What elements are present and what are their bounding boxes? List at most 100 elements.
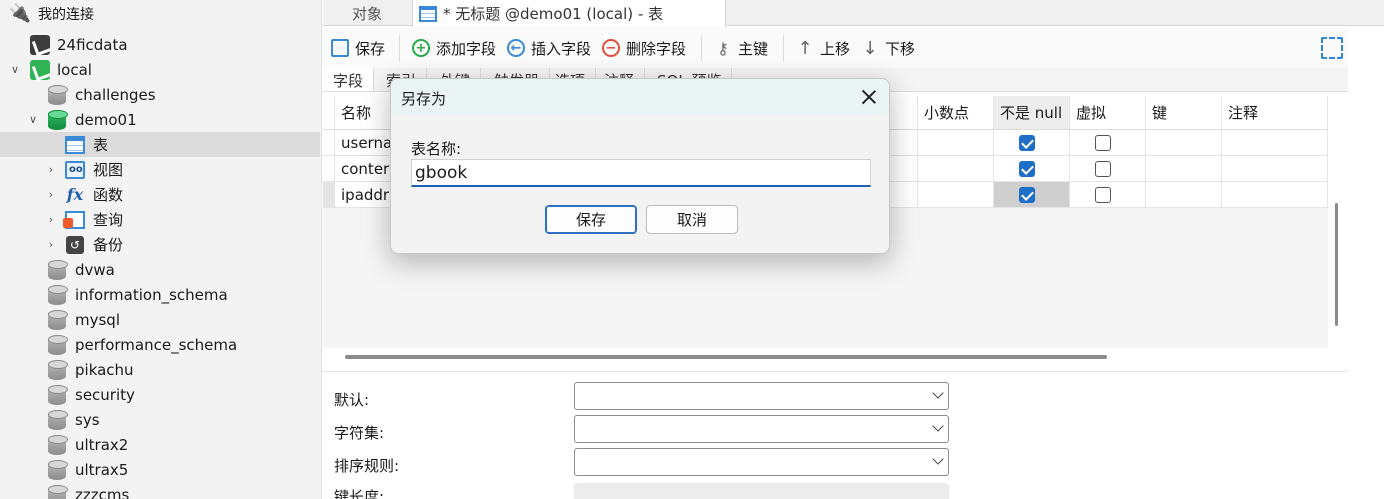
comment-cell[interactable]: [1222, 130, 1328, 156]
sidebar-item-label: zzzcms: [75, 485, 130, 499]
row-selector[interactable]: [323, 130, 335, 156]
move-down-label: 下移: [885, 39, 916, 58]
insert-field-button[interactable]: ← 插入字段: [507, 37, 591, 59]
not-null-checkbox[interactable]: [1019, 186, 1035, 203]
not-null-cell[interactable]: [994, 130, 1070, 156]
collation-select[interactable]: [574, 448, 949, 476]
sidebar-item-functions[interactable]: › fx 函数: [0, 182, 320, 207]
column-header-decimals[interactable]: 小数点: [918, 96, 994, 130]
charset-select[interactable]: [574, 415, 949, 443]
sidebar-item-performance-schema[interactable]: performance_schema: [0, 332, 320, 357]
collation-label: 排序规则:: [334, 457, 400, 475]
sidebar-item-demo01[interactable]: ∨ demo01: [0, 107, 320, 132]
sidebar-item-pikachu[interactable]: pikachu: [0, 357, 320, 382]
sidebar-item-label: ultrax2: [75, 435, 129, 454]
minus-icon: −: [602, 39, 620, 57]
field-name-text: conter: [341, 159, 390, 178]
sidebar-item-label: performance_schema: [75, 335, 238, 354]
dialog-cancel-button[interactable]: 取消: [646, 205, 738, 234]
default-select[interactable]: [574, 382, 949, 410]
expand-icon[interactable]: [1321, 37, 1343, 59]
charset-label: 字符集:: [334, 424, 385, 442]
row-selector[interactable]: [323, 156, 335, 182]
sidebar-item-label: security: [75, 385, 135, 404]
sidebar-item-ultrax2[interactable]: ultrax2: [0, 432, 320, 457]
sidebar-item-ultrax5[interactable]: ultrax5: [0, 457, 320, 482]
comment-cell[interactable]: [1222, 156, 1328, 182]
decimals-cell[interactable]: [918, 130, 994, 156]
sidebar-item-dvwa[interactable]: dvwa: [0, 257, 320, 282]
not-null-cell[interactable]: [994, 182, 1070, 208]
field-name-text: userna: [341, 133, 393, 152]
sidebar-item-tables[interactable]: 表: [0, 132, 320, 157]
sidebar-item-label: challenges: [75, 85, 156, 104]
chevron-down-icon[interactable]: ∨: [26, 113, 40, 127]
chevron-right-icon[interactable]: ›: [44, 163, 58, 177]
key-length-label: 键长度:: [334, 488, 385, 499]
sidebar-item-24ficdata[interactable]: 24ficdata: [0, 32, 320, 57]
column-header-comment[interactable]: 注释: [1222, 96, 1328, 130]
horizontal-scrollbar[interactable]: [345, 355, 1107, 359]
decimals-cell[interactable]: [918, 182, 994, 208]
dialog-save-button[interactable]: 保存: [545, 205, 637, 234]
save-button[interactable]: 保存: [331, 37, 385, 59]
primary-key-label: 主键: [738, 39, 769, 58]
tab-fields[interactable]: 字段: [323, 68, 375, 91]
chevron-down-icon[interactable]: ∨: [8, 63, 22, 77]
sidebar-item-local[interactable]: ∨ local: [0, 57, 320, 82]
sidebar-item-sys[interactable]: sys: [0, 407, 320, 432]
save-as-dialog: 另存为 表名称: 保存 取消: [390, 78, 890, 254]
primary-key-button[interactable]: ⚷ 主键: [714, 37, 768, 59]
virtual-cell[interactable]: [1070, 130, 1146, 156]
sidebar-item-challenges[interactable]: challenges: [0, 82, 320, 107]
close-icon[interactable]: [857, 85, 881, 109]
virtual-checkbox[interactable]: [1095, 186, 1111, 203]
table-name-input[interactable]: [411, 159, 871, 187]
move-up-label: 上移: [820, 39, 851, 58]
column-header-key[interactable]: 键: [1146, 96, 1222, 130]
table-icon: [419, 5, 437, 22]
database-icon: [47, 384, 68, 405]
key-cell[interactable]: [1146, 182, 1222, 208]
sidebar-item-information-schema[interactable]: information_schema: [0, 282, 320, 307]
sidebar-item-mysql[interactable]: mysql: [0, 307, 320, 332]
not-null-cell[interactable]: [994, 156, 1070, 182]
column-header-not-null[interactable]: 不是 null: [994, 96, 1070, 130]
move-up-button[interactable]: ↑ 上移: [796, 37, 850, 59]
sidebar-item-security[interactable]: security: [0, 382, 320, 407]
delete-field-button[interactable]: − 删除字段: [602, 37, 686, 59]
decimals-cell[interactable]: [918, 156, 994, 182]
move-down-button[interactable]: ↓ 下移: [861, 37, 915, 59]
insert-field-label: 插入字段: [531, 39, 592, 58]
not-null-checkbox[interactable]: [1019, 160, 1035, 177]
sidebar-header: 🔌 我的连接: [0, 1, 320, 26]
chevron-right-icon[interactable]: ›: [44, 188, 58, 202]
row-selector[interactable]: [323, 182, 335, 208]
sidebar-item-queries[interactable]: › 查询: [0, 207, 320, 232]
key-length-field: [574, 483, 949, 499]
chevron-right-icon[interactable]: ›: [44, 238, 58, 252]
virtual-cell[interactable]: [1070, 156, 1146, 182]
column-header-virtual[interactable]: 虚拟: [1070, 96, 1146, 130]
tab-objects[interactable]: 对象: [323, 0, 411, 26]
comment-cell[interactable]: [1222, 182, 1328, 208]
sidebar-item-views[interactable]: › 视图: [0, 157, 320, 182]
virtual-checkbox[interactable]: [1095, 134, 1111, 151]
sidebar-item-label: sys: [75, 410, 100, 429]
chevron-right-icon[interactable]: ›: [44, 213, 58, 227]
add-field-label: 添加字段: [436, 39, 497, 58]
table-name-label: 表名称:: [411, 140, 462, 158]
not-null-checkbox[interactable]: [1019, 134, 1035, 151]
database-icon: [47, 284, 68, 305]
key-cell[interactable]: [1146, 156, 1222, 182]
virtual-cell[interactable]: [1070, 182, 1146, 208]
virtual-checkbox[interactable]: [1095, 160, 1111, 177]
sidebar-item-zzzcms[interactable]: zzzcms: [0, 482, 320, 499]
add-field-button[interactable]: + 添加字段: [412, 37, 496, 59]
sidebar-item-label: 视图: [93, 161, 124, 179]
sidebar-item-backups[interactable]: › ↺ 备份: [0, 232, 320, 257]
key-cell[interactable]: [1146, 130, 1222, 156]
vertical-scrollbar[interactable]: [1335, 203, 1338, 326]
tab-untitled-table[interactable]: * 无标题 @demo01 (local) - 表: [412, 0, 726, 27]
query-icon: [63, 210, 85, 230]
